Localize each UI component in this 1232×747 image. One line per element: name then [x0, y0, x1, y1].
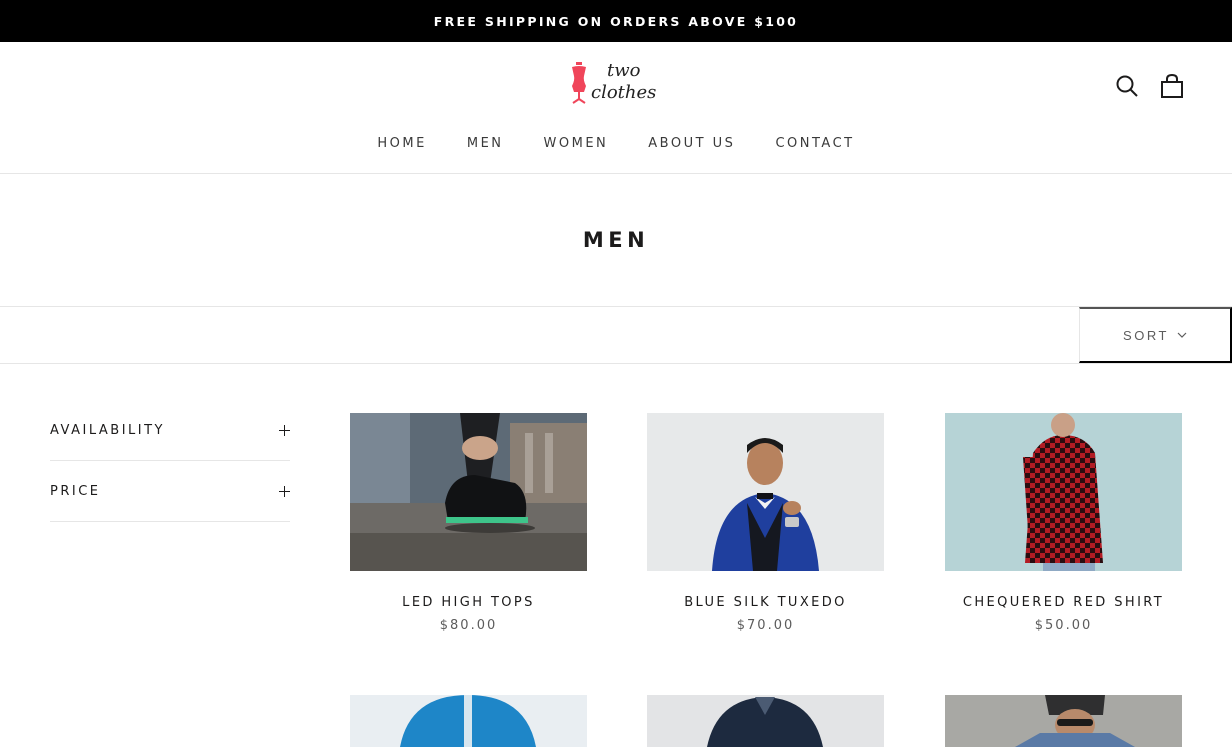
nav-home[interactable]: HOME [377, 136, 426, 151]
product-price: $70.00 [736, 618, 795, 633]
logo-line-2: clothes [591, 82, 657, 103]
announcement-bar: FREE SHIPPING ON ORDERS ABOVE $100 [0, 0, 1232, 42]
nav-about-us[interactable]: ABOUT US [648, 136, 735, 151]
filter-price[interactable]: PRICE [50, 461, 290, 522]
store-logo[interactable]: two clothes [569, 60, 669, 106]
product-image[interactable] [350, 695, 587, 747]
product-name[interactable]: BLUE SILK TUXEDO [647, 595, 884, 610]
product-name[interactable]: CHEQUERED RED SHIRT [945, 595, 1182, 610]
collection-toolbar: SORT [0, 306, 1232, 364]
nav-men[interactable]: MEN [467, 136, 504, 151]
plus-icon [279, 424, 290, 436]
product-image[interactable] [945, 413, 1182, 571]
filter-label: PRICE [50, 483, 101, 499]
product-card: LED HIGH TOPS $80.00 [350, 413, 587, 633]
product-image[interactable] [945, 695, 1182, 747]
shopping-bag-icon [1161, 73, 1183, 98]
cart-button[interactable] [1160, 73, 1184, 100]
product-price: $50.00 [1034, 618, 1093, 633]
product-card [647, 695, 884, 747]
product-card [945, 695, 1182, 747]
nav-contact[interactable]: CONTACT [775, 136, 854, 151]
product-card: BLUE SILK TUXEDO $70.00 [647, 413, 884, 633]
announcement-text: FREE SHIPPING ON ORDERS ABOVE $100 [433, 13, 799, 29]
search-icon [1116, 75, 1138, 97]
page-title: MEN [582, 228, 650, 252]
product-image[interactable] [647, 413, 884, 571]
filter-sidebar: AVAILABILITY PRICE [50, 412, 290, 522]
logo-wordmark: two clothes [591, 60, 656, 104]
product-image[interactable] [647, 695, 884, 747]
filter-label: AVAILABILITY [50, 422, 165, 438]
dress-form-icon [572, 62, 586, 104]
site-header: two clothes HOME MEN WOMEN ABOUT US CONT… [0, 42, 1232, 174]
nav-women[interactable]: WOMEN [544, 136, 609, 151]
search-button[interactable] [1115, 75, 1139, 99]
sort-button[interactable]: SORT [1079, 307, 1232, 363]
sort-label: SORT [1123, 327, 1169, 343]
product-name[interactable]: LED HIGH TOPS [350, 595, 587, 610]
product-card [350, 695, 587, 747]
filter-availability[interactable]: AVAILABILITY [50, 400, 290, 461]
logo-line-1: two [607, 60, 641, 81]
main-nav: HOME MEN WOMEN ABOUT US CONTACT [0, 136, 1232, 151]
product-card: CHEQUERED RED SHIRT $50.00 [945, 413, 1182, 633]
product-image[interactable] [350, 413, 587, 571]
chevron-down-icon [1177, 332, 1187, 338]
product-price: $80.00 [439, 618, 498, 633]
plus-icon [279, 485, 290, 497]
